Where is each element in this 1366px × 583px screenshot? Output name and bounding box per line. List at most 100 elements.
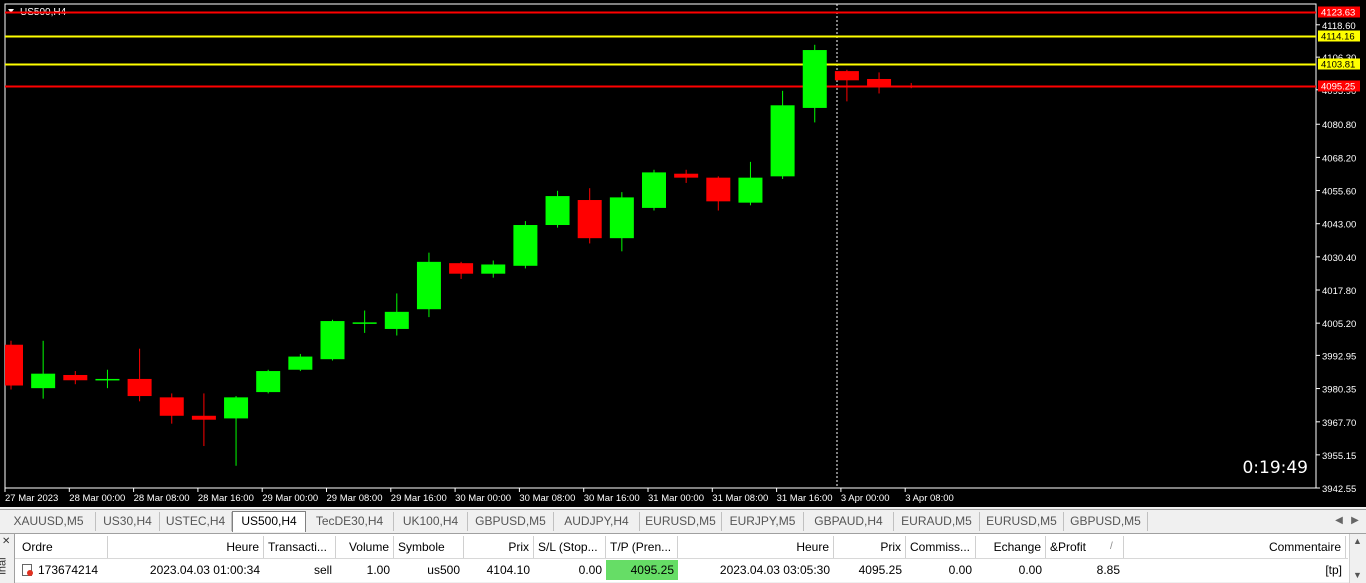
candle-body [191, 415, 216, 420]
chart-tab[interactable]: GBPUSD,M5 [468, 512, 554, 531]
price-axis-label: 4055.60 [1322, 187, 1356, 198]
column-header[interactable]: Commentaire [1124, 536, 1346, 558]
terminal-panel: ✕ inal Ordre Heure Transacti... Volume Symbo… [0, 533, 1366, 583]
candle-body [449, 263, 474, 274]
candle-body [481, 264, 506, 274]
tab-scroll-right-icon[interactable]: ▶ [1348, 513, 1362, 529]
candle-body [5, 344, 23, 386]
column-header[interactable]: Heure [108, 536, 264, 558]
price-axis-label: 3955.15 [1322, 451, 1356, 462]
scroll-up-icon[interactable]: ▲ [1353, 536, 1362, 546]
candle-body [899, 85, 924, 88]
time-axis-label: 30 Mar 16:00 [584, 493, 640, 504]
column-header[interactable]: Symbole [394, 536, 464, 558]
price-axis-label: 4030.40 [1322, 253, 1356, 264]
candle-body [127, 378, 152, 397]
column-header[interactable]: Prix [834, 536, 906, 558]
chart-tab-bar: XAUUSD,M5 US30,H4 USTEC,H4 US500,H4 TecDE30,… [0, 509, 1366, 532]
chart-tab[interactable]: UK100,H4 [394, 512, 468, 531]
chart-tab[interactable]: GBPUSD,M5 [1064, 512, 1148, 531]
table-cell: 1.00 [366, 563, 390, 577]
time-axis-label: 30 Mar 08:00 [519, 493, 575, 504]
chart-tab[interactable]: GBPAUD,H4 [804, 512, 894, 531]
time-axis-label: 29 Mar 16:00 [391, 493, 447, 504]
candle-body [31, 373, 56, 389]
plot-frame [4, 3, 1317, 489]
candle-body [384, 311, 409, 329]
time-axis-label: 28 Mar 16:00 [198, 493, 254, 504]
time-axis-label: 28 Mar 00:00 [69, 493, 125, 504]
chart-tab[interactable]: USTEC,H4 [160, 512, 232, 531]
table-cell: 0.00 [948, 563, 972, 577]
column-header[interactable]: Transacti... [264, 536, 336, 558]
candle-body [642, 172, 666, 208]
table-cell: 0.00 [578, 563, 602, 577]
close-icon[interactable]: ✕ [2, 536, 10, 547]
column-header[interactable]: Ordre [18, 536, 108, 558]
chart-area[interactable]: US500,H44118.604106.304093.904080.804068… [0, 0, 1366, 507]
table-cell: 0.00 [1018, 563, 1042, 577]
candle-body [224, 397, 249, 419]
column-header[interactable]: S/L (Stop... [534, 536, 606, 558]
chart-tab[interactable]: US30,H4 [96, 512, 160, 531]
price-level-label: 4123.63 [1321, 8, 1355, 19]
candle-body [577, 200, 602, 239]
candle-body [288, 356, 313, 370]
chart-tab[interactable]: EURAUD,M5 [894, 512, 980, 531]
price-axis-label: 4017.80 [1322, 286, 1356, 297]
column-header[interactable]: Heure [678, 536, 834, 558]
time-axis-label: 28 Mar 08:00 [134, 493, 190, 504]
candle-body [738, 177, 763, 203]
candle-timer: 0:19:49 [1242, 458, 1308, 478]
chart-tab[interactable]: XAUUSD,M5 [2, 512, 96, 531]
price-chart[interactable]: US500,H44118.604106.304093.904080.804068… [0, 0, 1366, 507]
terminal-label: inal [0, 557, 9, 575]
candle-body [802, 50, 827, 108]
vertical-scrollbar[interactable]: ▲ ▼ [1349, 534, 1366, 583]
table-cell: 4095.25 [606, 560, 678, 580]
chart-tab[interactable]: US500,H4 [232, 511, 306, 532]
time-axis-label: 3 Apr 00:00 [841, 493, 890, 504]
column-header[interactable]: T/P (Pren... [606, 536, 678, 558]
candle-body [674, 173, 699, 178]
candle-body [63, 374, 88, 381]
sort-icon: / [1106, 536, 1120, 558]
column-header[interactable]: Prix [464, 536, 534, 558]
table-cell: 2023.04.03 01:00:34 [149, 563, 260, 577]
time-axis-label: 29 Mar 08:00 [327, 493, 383, 504]
chart-tab[interactable]: EURUSD,M5 [980, 512, 1064, 531]
price-axis-label: 3967.70 [1322, 418, 1356, 429]
table-cell: [tp] [1325, 563, 1342, 577]
candle-body [352, 322, 377, 324]
chart-tab[interactable]: AUDJPY,H4 [554, 512, 640, 531]
price-level-label: 4114.16 [1321, 32, 1355, 43]
price-axis-label: 4068.20 [1322, 153, 1356, 164]
price-axis-label: 3942.55 [1322, 484, 1356, 495]
chart-tab[interactable]: EURUSD,M5 [640, 512, 722, 531]
price-axis-label: 4080.80 [1322, 120, 1356, 131]
column-header[interactable]: Echange [976, 536, 1046, 558]
scroll-down-icon[interactable]: ▼ [1353, 570, 1362, 580]
chart-tab[interactable]: EURJPY,M5 [722, 512, 804, 531]
candle-body [416, 261, 441, 310]
price-axis-label: 4118.60 [1322, 21, 1356, 32]
table-cell: 8.85 [1096, 563, 1120, 577]
candle-body [159, 397, 184, 416]
time-axis-label: 31 Mar 08:00 [712, 493, 768, 504]
price-axis-label: 3980.35 [1322, 385, 1356, 396]
candle-body [513, 225, 538, 266]
column-header[interactable]: Volume [336, 536, 394, 558]
time-axis-label: 31 Mar 00:00 [648, 493, 704, 504]
candle-body [706, 177, 731, 202]
candle-body [320, 321, 345, 360]
price-axis-label: 4043.00 [1322, 220, 1356, 231]
tab-scroll-left-icon[interactable]: ◀ [1332, 513, 1346, 529]
time-axis-label: 3 Apr 08:00 [905, 493, 954, 504]
chart-tab[interactable]: TecDE30,H4 [306, 512, 394, 531]
terminal-side-label: ✕ inal [0, 534, 15, 583]
candle-body [834, 71, 859, 81]
column-header[interactable]: Commiss... [906, 536, 976, 558]
order-icon [22, 564, 33, 576]
header-divider [15, 558, 1348, 559]
table-cell: sell [313, 563, 332, 577]
